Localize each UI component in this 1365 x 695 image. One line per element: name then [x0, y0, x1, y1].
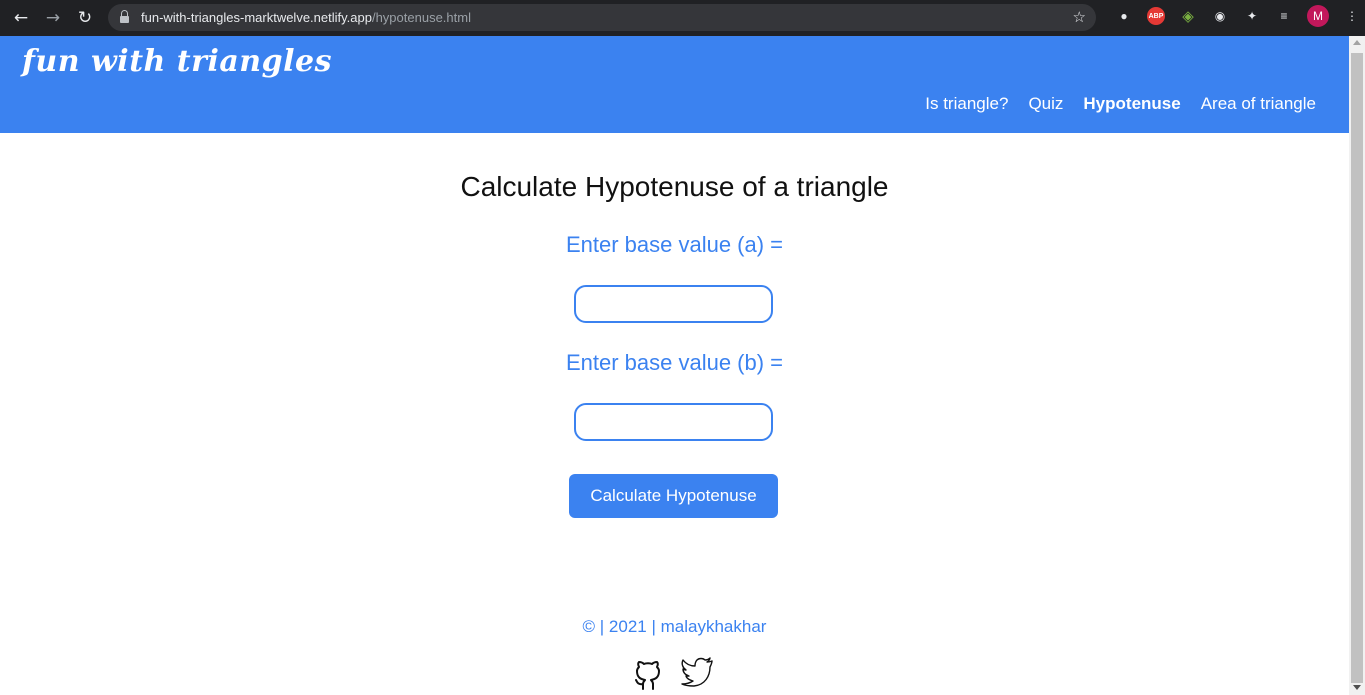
page-scrollbar[interactable]	[1349, 36, 1365, 695]
url-path: /hypotenuse.html	[371, 10, 471, 25]
profile-avatar[interactable]: M	[1307, 5, 1329, 27]
page-heading: Calculate Hypotenuse of a triangle	[460, 171, 889, 202]
back-icon[interactable]: ←	[7, 4, 35, 32]
address-bar[interactable]: fun-with-triangles-marktwelve.netlify.ap…	[108, 4, 1096, 31]
extension-icon[interactable]: ●	[1115, 7, 1133, 25]
base-b-label: Enter base value (b) =	[565, 350, 784, 375]
nav-link-hypotenuse[interactable]: Hypotenuse	[1083, 94, 1180, 114]
social-links	[632, 657, 730, 691]
extension-colorful-icon[interactable]: ◈	[1179, 7, 1197, 25]
url-text: fun-with-triangles-marktwelve.netlify.ap…	[141, 10, 471, 25]
calculate-hypotenuse-button[interactable]: Calculate Hypotenuse	[569, 474, 778, 518]
site-header: fun with triangles Is triangle? Quiz Hyp…	[0, 36, 1349, 133]
main-content: Calculate Hypotenuse of a triangle Enter…	[0, 133, 1349, 695]
site-nav: Is triangle? Quiz Hypotenuse Area of tri…	[905, 94, 1316, 114]
github-icon[interactable]	[632, 657, 664, 691]
url-host: fun-with-triangles-marktwelve.netlify.ap…	[141, 10, 372, 25]
globe-icon[interactable]: ◉	[1211, 7, 1229, 25]
base-a-label: Enter base value (a) =	[565, 232, 784, 257]
nav-link-area-of-triangle[interactable]: Area of triangle	[1201, 94, 1316, 114]
adblock-icon[interactable]: ABP	[1147, 7, 1165, 25]
extensions-bar: ● ABP ◈ ◉ ✦ ≡ M ⋮	[1108, 5, 1365, 27]
lock-icon[interactable]	[120, 10, 129, 23]
base-a-input[interactable]	[574, 285, 773, 323]
reload-icon[interactable]: ↻	[71, 4, 99, 32]
twitter-icon[interactable]	[680, 657, 714, 691]
base-b-input[interactable]	[574, 403, 773, 441]
scroll-down-arrow-icon[interactable]	[1353, 685, 1361, 690]
nav-link-is-triangle[interactable]: Is triangle?	[925, 94, 1008, 114]
footer-copyright: © | 2021 | malaykhakhar	[582, 617, 767, 636]
browser-toolbar: ← → ↻ fun-with-triangles-marktwelve.netl…	[0, 0, 1365, 36]
nav-link-quiz[interactable]: Quiz	[1028, 94, 1063, 114]
puzzle-icon[interactable]: ✦	[1243, 7, 1261, 25]
forward-icon[interactable]: →	[39, 4, 67, 32]
site-title[interactable]: fun with triangles	[22, 44, 332, 79]
menu-kebab-icon[interactable]: ⋮	[1343, 7, 1361, 25]
scrollbar-thumb[interactable]	[1351, 53, 1363, 683]
media-control-icon[interactable]: ≡	[1275, 7, 1293, 25]
scroll-up-arrow-icon[interactable]	[1353, 40, 1361, 45]
bookmark-star-icon[interactable]: ☆	[1073, 8, 1086, 26]
